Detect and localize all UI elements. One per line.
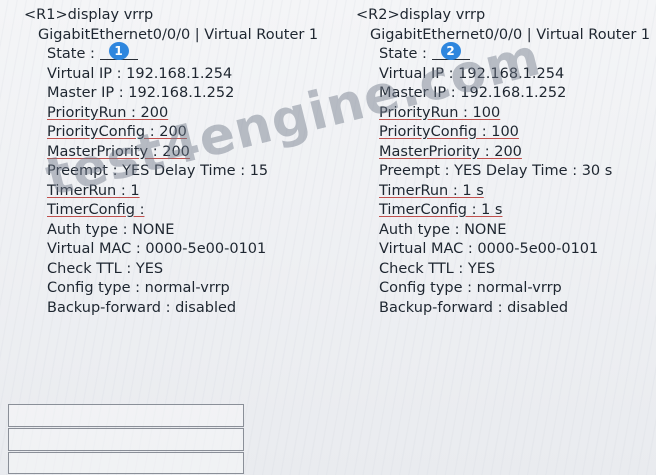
r2-state-label: State : xyxy=(379,46,427,62)
r1-output: <R1>display vrrp GigabitEthernet0/0/0 | … xyxy=(24,6,318,318)
r2-master-ip: Master IP : 192.168.1.252 xyxy=(379,85,567,101)
r1-interface-line: GigabitEthernet0/0/0 | Virtual Router 1 xyxy=(38,26,319,43)
r1-check-ttl: Check TTL : YES xyxy=(47,260,164,277)
r2-output: <R2>display vrrp GigabitEthernet0/0/0 | … xyxy=(356,6,650,318)
r1-preempt: Preempt : YES Delay Time : 15 xyxy=(47,163,269,179)
r2-state-line: State : 2 xyxy=(356,42,650,65)
r1-state-label: State : xyxy=(47,46,95,62)
r1-priority-config: PriorityConfig : 200 xyxy=(47,124,187,140)
r1-backup-forward: Backup-forward : disabled xyxy=(47,299,237,316)
r2-timer-run: TimerRun : 1 s xyxy=(379,182,484,199)
r1-command: <R1>display vrrp xyxy=(24,7,154,23)
r1-timer-run: TimerRun : 1 xyxy=(47,182,140,199)
r2-state-marker-badge: 2 xyxy=(440,42,461,60)
r1-state-marker-badge: 1 xyxy=(108,42,129,60)
r1-virtual-mac: Virtual MAC : 0000-5e00-0101 xyxy=(47,241,267,257)
r2-config-type: Config type : normal-vrrp xyxy=(379,280,562,296)
r1-state-blank: 1 xyxy=(99,42,138,60)
answer-box-3[interactable] xyxy=(8,452,244,474)
r2-backup-forward: Backup-forward : disabled xyxy=(379,299,569,316)
r1-auth-type: Auth type : NONE xyxy=(47,221,175,238)
r2-priority-config: PriorityConfig : 100 xyxy=(379,124,519,140)
r1-timer-config: TimerConfig : xyxy=(47,202,145,218)
r1-priority-run: PriorityRun : 200 xyxy=(47,104,169,121)
r2-virtual-ip: Virtual IP : 192.168.1.254 xyxy=(379,65,565,82)
r2-check-ttl: Check TTL : YES xyxy=(379,260,496,277)
r1-virtual-ip: Virtual IP : 192.168.1.254 xyxy=(47,65,233,82)
answer-box-1[interactable] xyxy=(8,404,244,427)
r2-timer-config: TimerConfig : 1 s xyxy=(379,202,503,218)
r1-state-line: State : 1 xyxy=(24,42,318,65)
r2-interface-line: GigabitEthernet0/0/0 | Virtual Router 1 xyxy=(370,26,651,43)
terminal-screenshot: <R1>display vrrp GigabitEthernet0/0/0 | … xyxy=(0,0,656,475)
r2-priority-run: PriorityRun : 100 xyxy=(379,104,501,121)
r2-auth-type: Auth type : NONE xyxy=(379,221,507,238)
r2-command: <R2>display vrrp xyxy=(356,7,486,23)
r2-virtual-mac: Virtual MAC : 0000-5e00-0101 xyxy=(379,241,599,257)
r1-master-ip: Master IP : 192.168.1.252 xyxy=(47,85,235,101)
answer-box-2[interactable] xyxy=(8,428,244,451)
r2-master-priority: MasterPriority : 200 xyxy=(379,143,522,160)
r2-state-blank: 2 xyxy=(431,42,470,60)
r1-master-priority: MasterPriority : 200 xyxy=(47,143,190,160)
r2-preempt: Preempt : YES Delay Time : 30 s xyxy=(379,163,613,179)
r1-config-type: Config type : normal-vrrp xyxy=(47,280,230,296)
